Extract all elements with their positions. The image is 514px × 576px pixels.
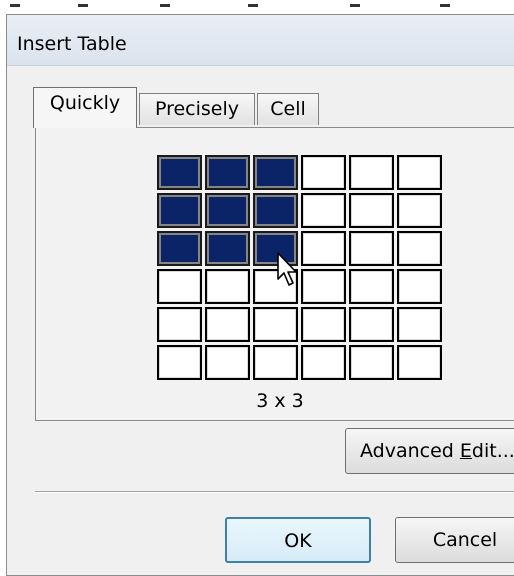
grid-cell[interactable] bbox=[397, 345, 442, 380]
window-title: Insert Table bbox=[17, 33, 127, 55]
grid-cell[interactable] bbox=[157, 269, 202, 304]
quickly-panel: 3 x 3 bbox=[35, 127, 514, 421]
grid-cell[interactable] bbox=[349, 155, 394, 190]
grid-cell[interactable] bbox=[301, 307, 346, 342]
tick-mark bbox=[78, 4, 88, 7]
ok-label: OK bbox=[284, 530, 312, 552]
grid-cell[interactable] bbox=[253, 345, 298, 380]
grid-cell[interactable] bbox=[301, 231, 346, 266]
tick-mark bbox=[350, 4, 360, 7]
advanced-edit-button[interactable]: Advanced Edit... bbox=[345, 428, 514, 474]
grid-cell[interactable] bbox=[349, 269, 394, 304]
tick-mark bbox=[440, 4, 450, 7]
tab-quickly[interactable]: Quickly bbox=[33, 87, 137, 128]
grid-cell[interactable] bbox=[205, 345, 250, 380]
insert-table-dialog: Insert Table Quickly Precisely Cell 3 x … bbox=[6, 14, 514, 576]
grid-cell[interactable] bbox=[349, 231, 394, 266]
grid-cell[interactable] bbox=[349, 345, 394, 380]
grid-cell-selected[interactable] bbox=[205, 155, 250, 190]
cancel-button[interactable]: Cancel bbox=[395, 517, 514, 563]
separator-highlight bbox=[35, 492, 514, 493]
grid-cell[interactable] bbox=[301, 345, 346, 380]
tab-label: Precisely bbox=[154, 98, 240, 120]
ok-button[interactable]: OK bbox=[225, 517, 371, 563]
table-size-label: 3 x 3 bbox=[256, 390, 304, 412]
grid-cell[interactable] bbox=[397, 231, 442, 266]
tab-precisely[interactable]: Precisely bbox=[139, 93, 255, 125]
advanced-edit-label-pre: Advanced bbox=[360, 440, 460, 462]
grid-cell[interactable] bbox=[397, 193, 442, 228]
grid-cell[interactable] bbox=[349, 193, 394, 228]
mouse-pointer-icon bbox=[277, 252, 299, 292]
grid-cell[interactable] bbox=[301, 155, 346, 190]
grid-cell[interactable] bbox=[397, 307, 442, 342]
grid-cell[interactable] bbox=[157, 345, 202, 380]
tick-mark bbox=[160, 4, 170, 7]
tick-mark bbox=[248, 4, 258, 7]
grid-cell-selected[interactable] bbox=[157, 193, 202, 228]
advanced-edit-label-post: dit... bbox=[471, 440, 514, 462]
grid-cell[interactable] bbox=[301, 269, 346, 304]
grid-cell-selected[interactable] bbox=[205, 193, 250, 228]
grid-cell-selected[interactable] bbox=[157, 155, 202, 190]
tab-cell[interactable]: Cell bbox=[257, 93, 319, 125]
grid-cell-selected[interactable] bbox=[253, 193, 298, 228]
cancel-label: Cancel bbox=[432, 529, 498, 551]
table-size-grid[interactable] bbox=[156, 154, 444, 382]
grid-cell[interactable] bbox=[205, 269, 250, 304]
tab-label: Cell bbox=[270, 98, 306, 120]
grid-cell[interactable] bbox=[397, 155, 442, 190]
grid-cell[interactable] bbox=[349, 307, 394, 342]
grid-cell[interactable] bbox=[205, 307, 250, 342]
grid-cell-selected[interactable] bbox=[157, 231, 202, 266]
grid-cell[interactable] bbox=[157, 307, 202, 342]
grid-cell-selected[interactable] bbox=[205, 231, 250, 266]
advanced-edit-accelerator: E bbox=[459, 440, 472, 462]
grid-cell[interactable] bbox=[397, 269, 442, 304]
background-strip bbox=[0, 0, 514, 14]
title-bar[interactable]: Insert Table bbox=[7, 15, 514, 66]
tick-mark bbox=[10, 4, 20, 7]
grid-cell-selected[interactable] bbox=[253, 155, 298, 190]
grid-cell[interactable] bbox=[301, 193, 346, 228]
grid-cell[interactable] bbox=[253, 307, 298, 342]
tab-label: Quickly bbox=[49, 92, 121, 114]
